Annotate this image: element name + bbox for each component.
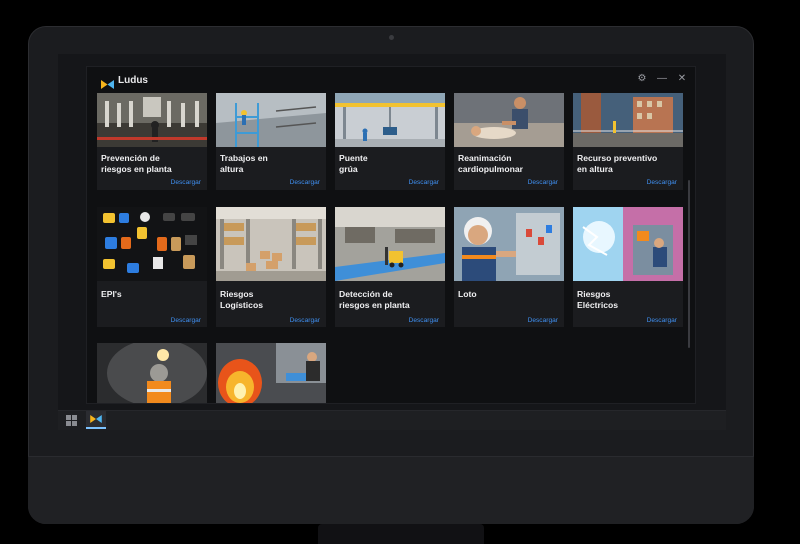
ludus-taskbar-icon — [90, 415, 102, 423]
lockout-image — [454, 207, 564, 281]
monitor-chin — [28, 456, 754, 524]
download-link[interactable]: Descargar — [647, 179, 677, 186]
settings-gear-icon[interactable]: ⚙ — [637, 74, 647, 84]
course-card-prevencion[interactable]: Prevención de riesgos en planta Descarga… — [97, 93, 207, 190]
scaffold-image — [216, 93, 326, 147]
card-title: Puente grúa — [339, 153, 368, 174]
download-link[interactable]: Descargar — [409, 317, 439, 324]
download-link[interactable]: Descargar — [528, 317, 558, 324]
card-title: Loto — [458, 289, 477, 299]
fire-image — [216, 343, 326, 403]
course-card-puente-grua[interactable]: Puente grúa Descargar — [335, 93, 445, 190]
factory-image — [97, 93, 207, 147]
card-title: Detección de riesgos en planta — [339, 289, 410, 310]
course-card-trabajos-altura[interactable]: Trabajos en altura Descargar — [216, 93, 326, 190]
card-title: Recurso preventivo en altura — [577, 153, 658, 174]
card-title: Riesgos Eléctricos — [577, 289, 619, 310]
course-card-reanimacion[interactable]: Reanimación cardiopulmonar Descargar — [454, 93, 564, 190]
warehouse-image — [216, 207, 326, 281]
scrollbar[interactable] — [688, 180, 690, 348]
course-grid: Prevención de riesgos en planta Descarga… — [97, 93, 685, 403]
course-card-epis[interactable]: EPI's Descargar — [97, 207, 207, 327]
taskbar-ludus-app[interactable] — [86, 411, 106, 429]
download-link[interactable]: Descargar — [290, 317, 320, 324]
course-card-recurso-preventivo[interactable]: Recurso preventivo en altura Descargar — [573, 93, 683, 190]
ludus-logo-icon — [101, 76, 114, 89]
download-link[interactable]: Descargar — [171, 317, 201, 324]
card-title: Reanimación cardiopulmonar — [458, 153, 523, 174]
electric-image — [573, 207, 683, 281]
rooftop-image — [573, 93, 683, 147]
course-card-incendio[interactable] — [216, 343, 326, 403]
download-link[interactable]: Descargar — [171, 179, 201, 186]
course-card-electricos[interactable]: Riesgos Eléctricos Descargar — [573, 207, 683, 327]
download-link[interactable]: Descargar — [647, 317, 677, 324]
card-title: Prevención de riesgos en planta — [101, 153, 172, 174]
close-button[interactable]: ✕ — [677, 74, 687, 84]
app-title: Ludus — [118, 74, 148, 86]
card-title: EPI's — [101, 289, 122, 299]
download-link[interactable]: Descargar — [409, 179, 439, 186]
card-title: Riesgos Logísticos — [220, 289, 263, 310]
download-link[interactable]: Descargar — [290, 179, 320, 186]
taskbar — [58, 410, 726, 430]
course-card-deteccion[interactable]: Detección de riesgos en planta Descargar — [335, 207, 445, 327]
cpr-image — [454, 93, 564, 147]
monitor-stand — [318, 524, 484, 544]
forklift-image — [335, 207, 445, 281]
course-card-logisticos[interactable]: Riesgos Logísticos Descargar — [216, 207, 326, 327]
minimize-button[interactable]: — — [657, 74, 667, 84]
ludus-app-window: Ludus ⚙ — ✕ Prevención de riesgos en pla… — [86, 66, 696, 404]
crane-image — [335, 93, 445, 147]
windows-start-icon[interactable] — [66, 415, 77, 426]
webcam — [389, 35, 394, 40]
download-link[interactable]: Descargar — [528, 179, 558, 186]
course-card-loto[interactable]: Loto Descargar — [454, 207, 564, 327]
tunnel-image — [97, 343, 207, 403]
titlebar: Ludus ⚙ — ✕ — [87, 67, 695, 93]
ppe-image — [97, 207, 207, 281]
course-card-tunel[interactable] — [97, 343, 207, 403]
card-title: Trabajos en altura — [220, 153, 268, 174]
